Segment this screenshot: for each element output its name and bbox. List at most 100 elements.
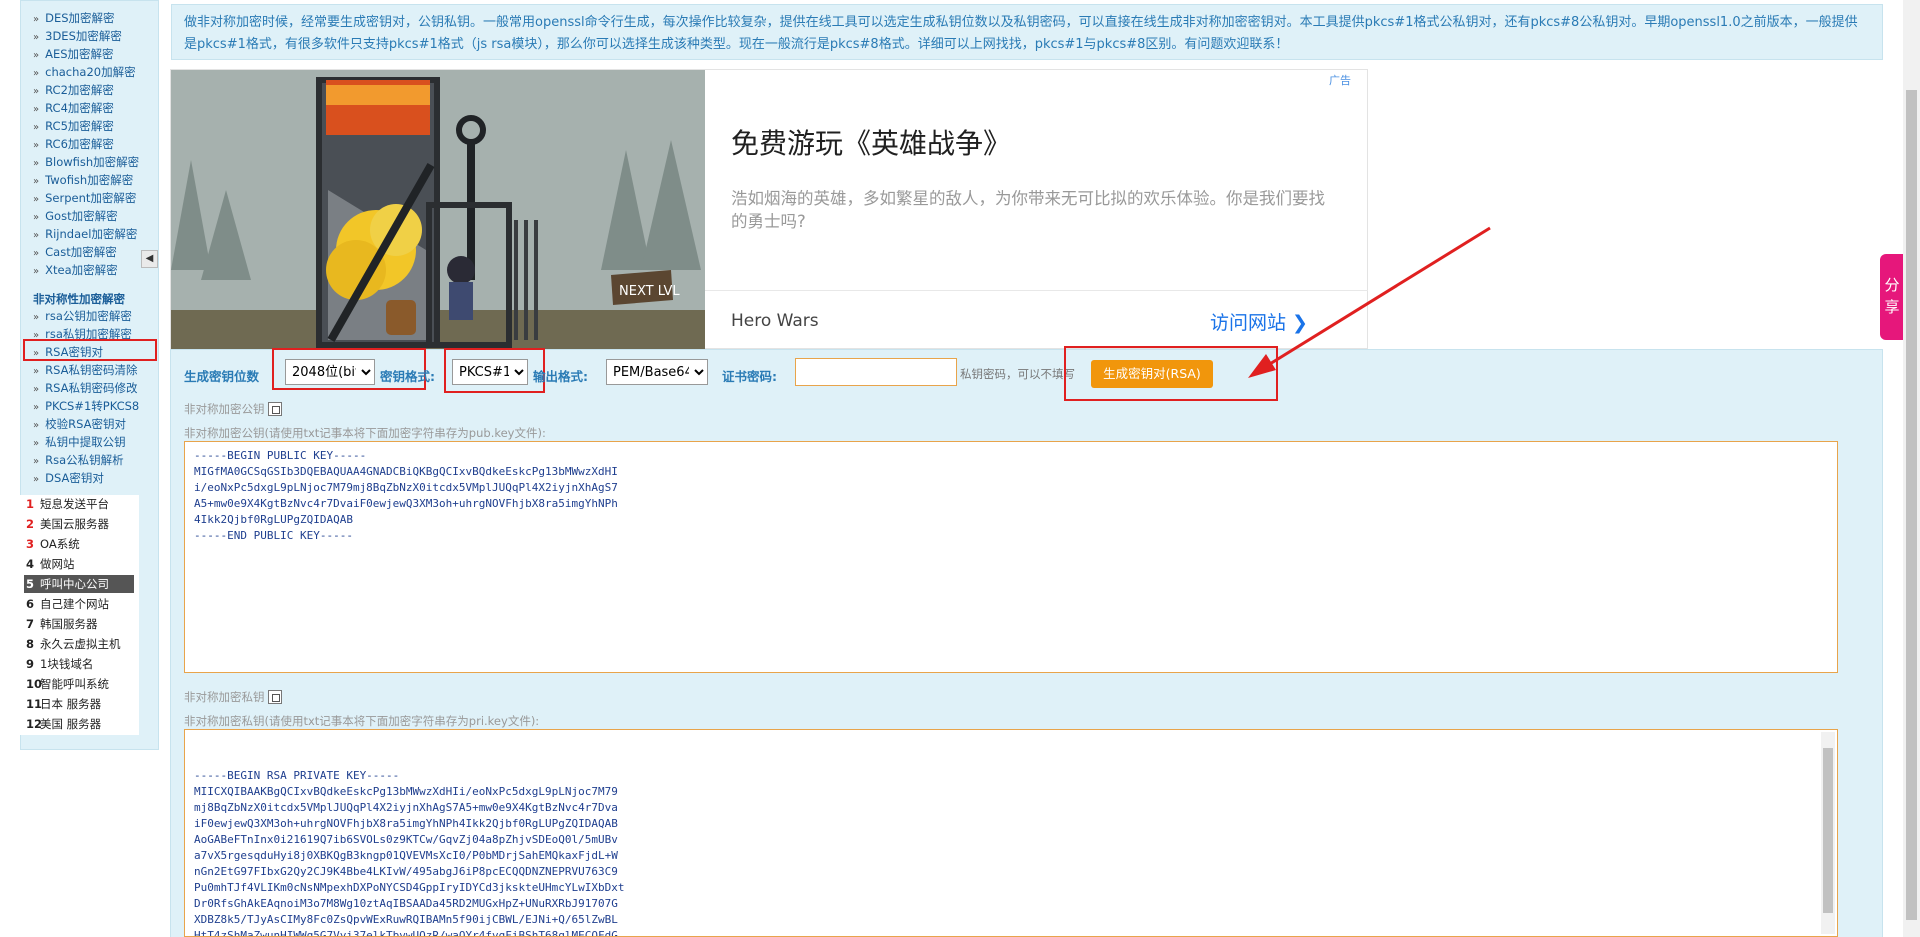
- sidebar-item[interactable]: » Rsa公私钥解析: [33, 452, 124, 468]
- chevron-double-right-icon: »: [33, 230, 40, 241]
- page-scrollbar-thumb[interactable]: [1906, 90, 1917, 920]
- sidebar-item-label: RC6加密解密: [45, 137, 114, 151]
- ad-game-image[interactable]: NEXT LVL: [171, 70, 705, 350]
- rank-number: 7: [26, 617, 35, 631]
- scrollbar-thumb[interactable]: [1823, 748, 1833, 913]
- key-bits-label: 生成密钥位数: [184, 369, 260, 384]
- rank-label: OA系统: [40, 537, 80, 551]
- chevron-double-right-icon: »: [33, 366, 40, 377]
- sidebar-item[interactable]: » PKCS#1转PKCS8: [33, 398, 139, 414]
- chevron-double-right-icon: »: [33, 248, 40, 259]
- rank-item[interactable]: 8 永久云虚拟主机: [26, 635, 121, 653]
- sidebar-item[interactable]: » RSA私钥密码修改: [33, 380, 138, 396]
- sidebar-item[interactable]: » RC4加密解密: [33, 100, 114, 116]
- copy-icon[interactable]: [267, 690, 282, 704]
- sidebar-item[interactable]: » RC5加密解密: [33, 118, 114, 134]
- sidebar-item-label: RC4加密解密: [45, 101, 114, 115]
- public-key-textarea[interactable]: -----BEGIN PUBLIC KEY----- MIGfMA0GCSqGS…: [184, 441, 1838, 673]
- sidebar-item-label: 私钥中提取公钥: [45, 435, 126, 449]
- rank-item[interactable]: 1 短息发送平台: [26, 495, 109, 513]
- sidebar-item-label: RC5加密解密: [45, 119, 114, 133]
- sidebar-item[interactable]: » Rijndael加密解密: [33, 226, 137, 242]
- chevron-double-right-icon: »: [33, 14, 40, 25]
- rank-item[interactable]: 10智能呼叫系统: [26, 675, 109, 693]
- sidebar-item[interactable]: » RC6加密解密: [33, 136, 114, 152]
- sidebar-item[interactable]: » Cast加密解密: [33, 244, 117, 260]
- rank-item[interactable]: 12美国 服务器: [26, 715, 101, 733]
- copy-icon[interactable]: [267, 402, 282, 416]
- chevron-double-right-icon: »: [33, 104, 40, 115]
- sidebar-item[interactable]: » rsa公钥加密解密: [33, 308, 132, 324]
- sidebar-item-label: Cast加密解密: [45, 245, 117, 259]
- rank-item[interactable]: 7 韩国服务器: [26, 615, 98, 633]
- output-format-select[interactable]: PEM/Base64: [606, 359, 708, 385]
- chevron-double-right-icon: »: [33, 158, 40, 169]
- rank-label: 短息发送平台: [40, 497, 109, 511]
- rank-item[interactable]: 5 呼叫中心公司: [24, 575, 134, 593]
- private-key-textarea[interactable]: -----BEGIN RSA PRIVATE KEY----- MIICXQIB…: [184, 729, 1838, 937]
- sidebar-item[interactable]: » 私钥中提取公钥: [33, 434, 126, 450]
- rank-item[interactable]: 9 1块钱域名: [26, 655, 93, 673]
- sidebar-item[interactable]: » Serpent加密解密: [33, 190, 136, 206]
- rank-item[interactable]: 4 做网站: [26, 555, 75, 573]
- rank-item[interactable]: 3 OA系统: [26, 535, 80, 553]
- sidebar-item-label: 3DES加密解密: [45, 29, 122, 43]
- sidebar-item-label: Xtea加密解密: [45, 263, 118, 277]
- ad-label[interactable]: 广告: [1329, 72, 1351, 88]
- ad-brand[interactable]: Hero Wars: [731, 311, 819, 331]
- rank-label: 1块钱域名: [40, 657, 94, 671]
- sidebar-item[interactable]: » RC2加密解密: [33, 82, 114, 98]
- sidebar-item-label: Blowfish加密解密: [45, 155, 140, 169]
- sidebar-item[interactable]: » Blowfish加密解密: [33, 154, 139, 170]
- sidebar-item-label: Serpent加密解密: [45, 191, 137, 205]
- sidebar-item[interactable]: » chacha20加解密: [33, 64, 136, 80]
- chevron-double-right-icon: »: [33, 140, 40, 151]
- chevron-double-right-icon: »: [33, 212, 40, 223]
- sidebar-item[interactable]: » DSA密钥对: [33, 470, 104, 486]
- rank-label: 美国 服务器: [40, 717, 102, 731]
- rank-label: 做网站: [40, 557, 75, 571]
- rank-number: 1: [26, 497, 35, 511]
- cert-password-input[interactable]: [795, 358, 957, 386]
- password-hint: 私钥密码，可以不填写: [960, 367, 1075, 381]
- key-format-label: 密钥格式:: [380, 369, 435, 384]
- rank-number: 5: [26, 577, 35, 591]
- tool-description: 做非对称加密时候，经常要生成密钥对，公钥私钥。一般常用openssl命令行生成，…: [171, 4, 1883, 60]
- rank-item[interactable]: 11日本 服务器: [26, 695, 101, 713]
- private-key-scrollbar[interactable]: [1821, 732, 1835, 934]
- rank-item[interactable]: 6 自己建个网站: [26, 595, 109, 613]
- sidebar-item-label: Rijndael加密解密: [45, 227, 138, 241]
- chevron-double-right-icon: »: [33, 50, 40, 61]
- sidebar-item-label: DSA密钥对: [45, 471, 104, 485]
- public-key-title: 非对称加密公钥: [184, 401, 282, 417]
- rank-number: 2: [26, 517, 35, 531]
- page-scrollbar[interactable]: [1903, 0, 1920, 937]
- sidebar-item-label: rsa公钥加密解密: [45, 309, 132, 323]
- sidebar-item-label: AES加密解密: [45, 47, 114, 61]
- sidebar-item[interactable]: » 校验RSA密钥对: [33, 416, 126, 432]
- chevron-double-right-icon: »: [33, 312, 40, 323]
- sidebar-item[interactable]: » Twofish加密解密: [33, 172, 133, 188]
- ad-title[interactable]: 免费游玩《英雄战争》: [731, 122, 1011, 162]
- rank-number: 9: [26, 657, 35, 671]
- private-key-text: -----BEGIN RSA PRIVATE KEY----- MIICXQIB…: [194, 769, 625, 937]
- sidebar-item[interactable]: » Xtea加密解密: [33, 262, 118, 278]
- rank-item[interactable]: 2 美国云服务器: [26, 515, 109, 533]
- sidebar-item[interactable]: » AES加密解密: [33, 46, 114, 62]
- sidebar-item[interactable]: » DES加密解密: [33, 10, 115, 26]
- sidebar-item[interactable]: » 3DES加密解密: [33, 28, 122, 44]
- sidebar-item[interactable]: » RSA私钥密码清除: [33, 362, 138, 378]
- rank-label: 自己建个网站: [40, 597, 109, 611]
- rank-label: 智能呼叫系统: [40, 677, 109, 691]
- rank-number: 12: [26, 717, 43, 731]
- public-key-caption: 非对称加密公钥(请使用txt记事本将下面加密字符串存为pub.key文件):: [184, 426, 546, 440]
- sidebar-item-label: chacha20加解密: [45, 65, 136, 79]
- ad-banner[interactable]: NEXT LVL 广告 免费游玩《英雄战争》 浩如烟海的英雄，多如繁星的敌人，为…: [170, 69, 1368, 350]
- share-button[interactable]: 分享: [1880, 254, 1904, 340]
- chevron-double-right-icon: »: [33, 456, 40, 467]
- output-format-label: 输出格式:: [533, 369, 588, 384]
- sidebar-item[interactable]: » Gost加密解密: [33, 208, 118, 224]
- sidebar-collapse-button[interactable]: ◀: [141, 250, 158, 268]
- private-key-caption: 非对称加密私钥(请使用txt记事本将下面加密字符串存为pri.key文件):: [184, 714, 540, 728]
- close-icon[interactable]: ✕: [80, 717, 88, 728]
